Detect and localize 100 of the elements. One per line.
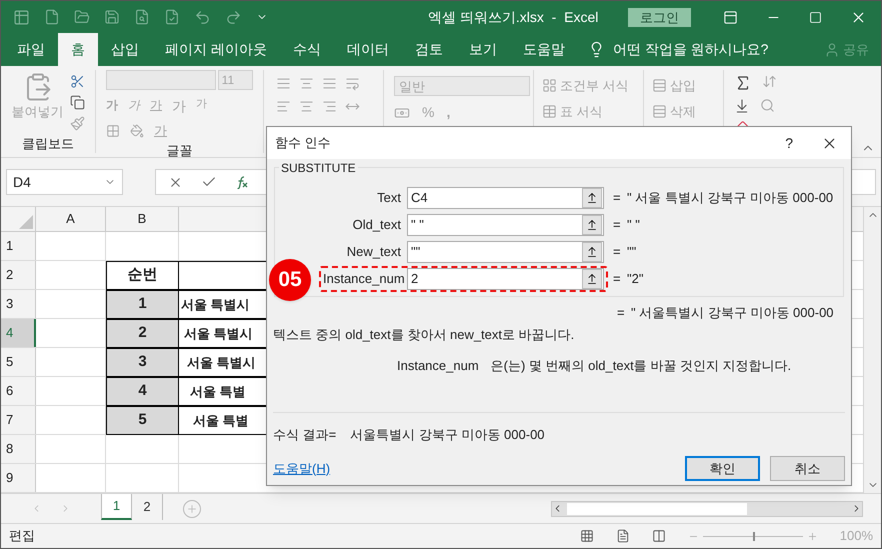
argument-field[interactable]: "": [407, 240, 604, 262]
menu-tab[interactable]: 삽입: [98, 33, 152, 66]
argument-value: "2": [627, 270, 644, 288]
fill-down-icon[interactable]: [734, 98, 750, 114]
dialog-button[interactable]: 취소: [770, 456, 845, 481]
row-header[interactable]: 3: [1, 290, 36, 318]
format-painter-icon[interactable]: [70, 116, 84, 131]
document-check-icon[interactable]: [164, 9, 180, 25]
person-icon[interactable]: [824, 42, 840, 58]
login-button[interactable]: 로그인: [628, 8, 691, 26]
zoom-in-icon[interactable]: [806, 530, 818, 542]
argument-label: Text: [376, 188, 402, 207]
row-header[interactable]: 7: [1, 406, 36, 434]
print-preview-icon[interactable]: [134, 9, 150, 25]
column-header[interactable]: B: [106, 207, 179, 231]
menu-tab[interactable]: 데이터: [334, 33, 402, 66]
wrap-text-icon[interactable]: [345, 76, 360, 91]
argument-field[interactable]: C4: [407, 186, 604, 208]
status-mode: 편집: [9, 527, 35, 546]
align-top-icon[interactable]: [276, 76, 291, 91]
group-label: 글꼴: [166, 142, 192, 160]
row-header[interactable]: 8: [1, 435, 36, 463]
rows-icon[interactable]: [652, 104, 667, 119]
help-link[interactable]: 도움말(H): [273, 458, 330, 478]
table-cell: 1: [106, 290, 179, 319]
equals-sign: =: [613, 188, 622, 207]
sort-icon[interactable]: [762, 74, 777, 89]
equals-sign: =: [617, 304, 626, 322]
function-icon[interactable]: [235, 175, 249, 189]
collapse-icon[interactable]: [586, 192, 598, 204]
table-cell-text: 서울 특별시: [180, 296, 250, 314]
collapse-icon[interactable]: [586, 272, 598, 284]
argument-name: Instance_num: [397, 357, 479, 375]
menu-tab[interactable]: 도움말: [510, 33, 578, 66]
argument-field[interactable]: " ": [407, 214, 604, 236]
align-right-icon[interactable]: [322, 99, 337, 114]
menu-tab[interactable]: 검토: [402, 33, 456, 66]
align-center-icon[interactable]: [299, 99, 314, 114]
menu-tab[interactable]: 수식: [280, 33, 334, 66]
window-title: 엑셀 띄워쓰기.xlsx - Excel: [428, 8, 598, 26]
add-sheet-icon[interactable]: [186, 502, 198, 514]
menu-tab[interactable]: 홈: [58, 33, 98, 66]
dialog-button[interactable]: 확인: [685, 456, 760, 481]
formula-value: " 서울특별시 강북구 미아동 000-00: [631, 304, 834, 322]
conditional-format-icon[interactable]: [542, 78, 557, 94]
normal-view-icon[interactable]: [580, 529, 594, 543]
new-file-icon[interactable]: [44, 9, 60, 25]
sheet-tab[interactable]: 1: [101, 494, 132, 520]
argument-value: " 서울 특별시 강북구 미아동 000-00: [627, 188, 834, 207]
row-header[interactable]: 1: [1, 232, 36, 260]
scissors-icon[interactable]: [70, 74, 84, 89]
collapse-icon[interactable]: [586, 246, 598, 258]
vertical-scrollbar[interactable]: [863, 207, 881, 493]
ribbon-display-icon[interactable]: [723, 10, 738, 24]
sheet-tab[interactable]: 2: [132, 494, 163, 520]
zoom-thumb[interactable]: [752, 532, 755, 540]
argument-label: Old_text: [352, 216, 402, 234]
fill-color-icon[interactable]: [130, 124, 144, 138]
table-icon[interactable]: [542, 104, 557, 119]
help-button[interactable]: ?: [785, 132, 793, 154]
rows-icon[interactable]: [652, 78, 667, 94]
align-middle-icon[interactable]: [299, 76, 314, 91]
column-header[interactable]: A: [36, 207, 106, 231]
argument-label: Instance_num: [323, 270, 406, 288]
dialog-title: 함수 인수: [275, 134, 331, 152]
search-icon[interactable]: [760, 98, 775, 113]
tell-me-field[interactable]: 어떤 작업을 원하시나요?: [612, 39, 768, 60]
name-box[interactable]: D4: [6, 169, 123, 195]
align-left-icon[interactable]: [276, 99, 291, 114]
table-cell: 4: [106, 377, 179, 406]
copy-icon[interactable]: [70, 95, 84, 110]
table-cell: 순번: [106, 261, 179, 290]
collapse-icon[interactable]: [586, 218, 598, 230]
redo-icon[interactable]: [225, 8, 242, 26]
spreadsheet-icon[interactable]: [13, 8, 30, 26]
undo-icon[interactable]: [194, 8, 211, 26]
table-cell-text: 서울 특별: [189, 382, 246, 401]
align-bottom-icon[interactable]: [322, 76, 337, 91]
font-name-field[interactable]: [106, 70, 216, 90]
page-layout-icon[interactable]: [616, 529, 630, 543]
horizontal-scrollbar[interactable]: [551, 500, 863, 516]
maximize-icon[interactable]: [809, 10, 822, 24]
open-folder-icon[interactable]: [74, 9, 90, 25]
function-description: 텍스트 중의 old_text를 찾아서 new_text로 바꿉니다.: [273, 326, 576, 344]
row-header[interactable]: 9: [1, 464, 36, 492]
select-all-icon[interactable]: [19, 215, 33, 229]
row-header[interactable]: 2: [1, 261, 36, 289]
result-label: 수식 결과=: [273, 426, 336, 444]
menu-tab[interactable]: 파일: [4, 33, 58, 66]
menu-tab[interactable]: 페이지 레이아웃: [152, 33, 280, 66]
menu-tab[interactable]: 보기: [456, 33, 510, 66]
border-icon[interactable]: [106, 124, 120, 138]
row-header[interactable]: 5: [1, 348, 36, 376]
row-header[interactable]: 4: [1, 319, 36, 347]
argument-label: New_text: [346, 242, 402, 261]
page-break-icon[interactable]: [652, 529, 666, 543]
argument-field[interactable]: 2: [407, 268, 604, 290]
save-icon[interactable]: [104, 9, 120, 25]
row-header[interactable]: 6: [1, 377, 36, 405]
zoom-slider[interactable]: [688, 530, 818, 542]
